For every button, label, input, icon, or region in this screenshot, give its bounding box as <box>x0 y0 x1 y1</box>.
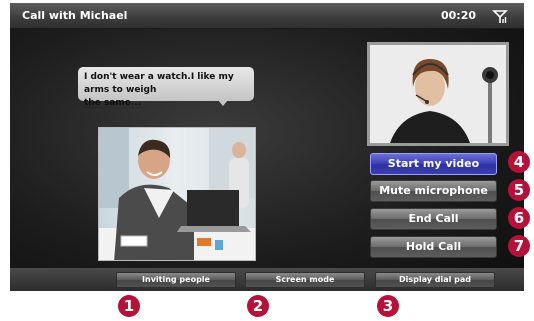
start-video-button[interactable]: Start my video <box>370 153 497 175</box>
antenna-signal-icon <box>492 10 508 23</box>
callout-marker-1: 1 <box>118 295 140 317</box>
call-title: Call with Michael <box>22 9 128 22</box>
inviting-people-button[interactable]: Inviting people <box>116 272 236 288</box>
display-dial-pad-button[interactable]: Display dial pad <box>375 272 495 288</box>
mute-microphone-button[interactable]: Mute microphone <box>370 180 497 202</box>
screenshot-stage: Call with Michael 00:20 I don't wear a w… <box>0 0 534 321</box>
end-call-button[interactable]: End Call <box>370 208 497 230</box>
hold-call-button[interactable]: Hold Call <box>370 236 497 258</box>
callout-marker-7: 7 <box>508 235 530 257</box>
self-view-video <box>367 42 509 146</box>
self-view-image <box>370 45 506 143</box>
callout-marker-3: 3 <box>377 295 399 317</box>
title-bar: Call with Michael 00:20 <box>10 3 524 29</box>
video-call-window: Call with Michael 00:20 I don't wear a w… <box>10 3 524 291</box>
callout-marker-6: 6 <box>508 207 530 229</box>
screen-mode-button[interactable]: Screen mode <box>245 272 365 288</box>
callout-marker-2: 2 <box>247 295 269 317</box>
remote-video-image <box>99 128 255 260</box>
bubble-tail <box>218 100 228 106</box>
subtitle-bubble: I don't wear a watch.I like my arms to w… <box>78 67 254 108</box>
callout-marker-5: 5 <box>508 179 530 201</box>
subtitle-line-1: I don't wear a watch.I like my arms to w… <box>84 72 234 95</box>
call-timer: 00:20 <box>440 9 476 22</box>
remote-video-feed <box>98 127 256 261</box>
callout-marker-4: 4 <box>508 151 530 173</box>
